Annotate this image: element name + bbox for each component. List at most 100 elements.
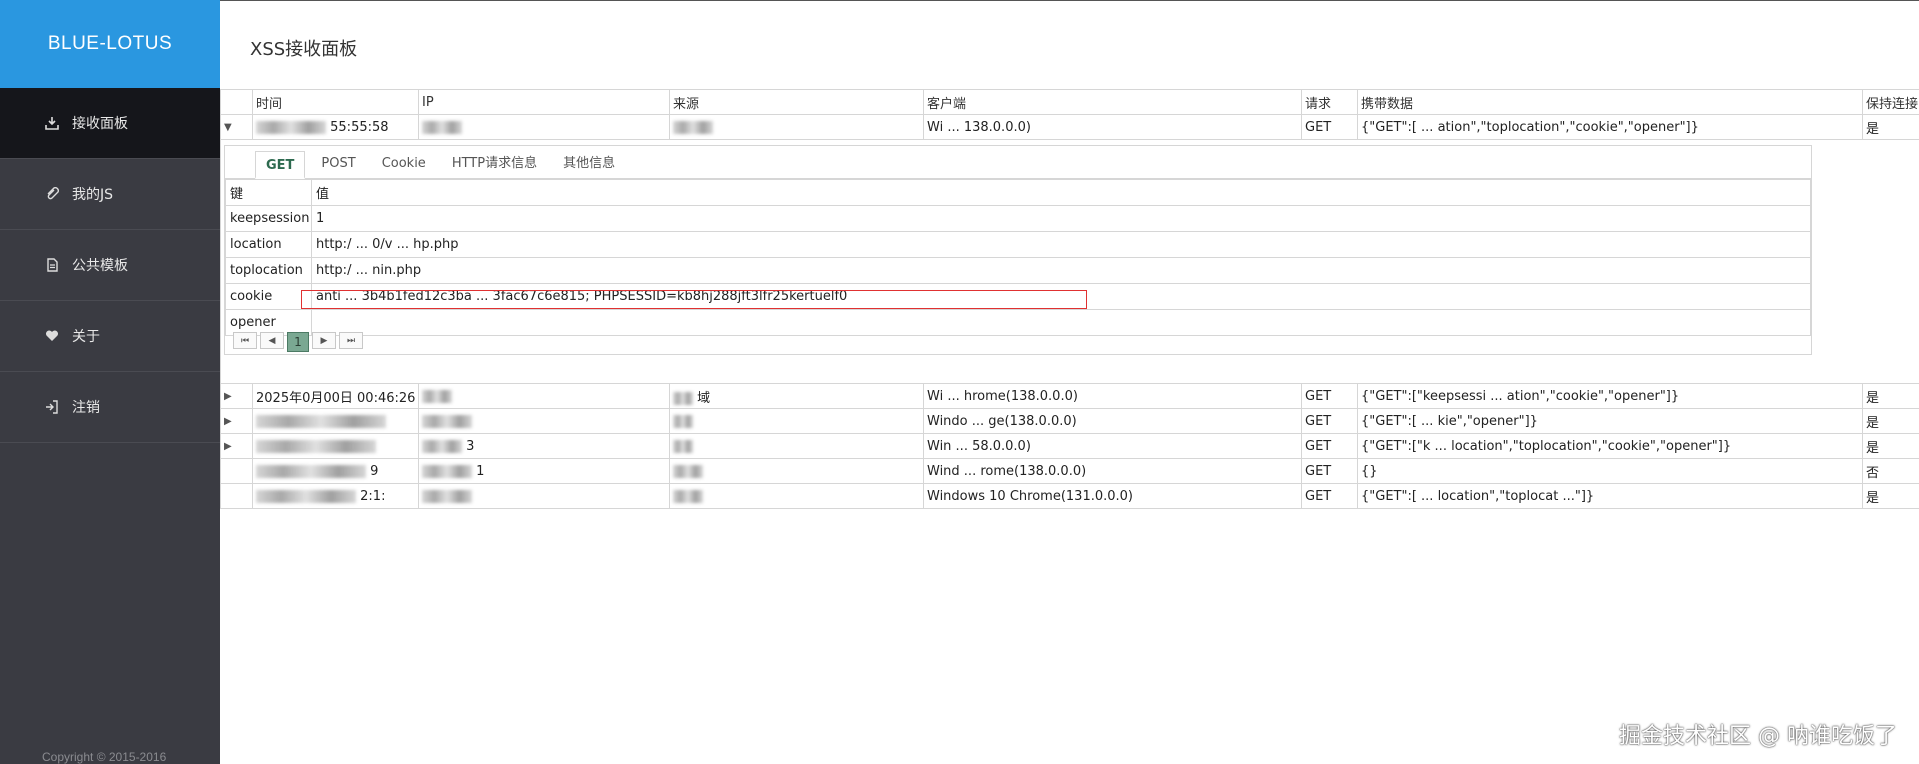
cell-source [669,483,924,509]
cell-client: Wind ... rome(138.0.0.0) [923,458,1302,484]
column-header-ip[interactable]: IP [418,89,670,115]
redacted-mask [422,389,452,403]
column-header-keep[interactable]: 保持连接 [1862,89,1919,115]
cookie-highlight-box [301,290,1087,309]
redacted-mask [422,439,462,453]
kv-value: http:/ ... 0/v ... hp.php [311,231,1811,258]
redacted-mask [422,414,472,428]
brand-logo[interactable]: BLUE-LOTUS [0,0,220,88]
kv-key: cookie [225,283,312,310]
cell-time: 55:55:58 [252,114,419,140]
next-page-icon[interactable]: ▶ [312,332,336,349]
paperclip-icon [44,186,60,202]
cell-time: 2025年0月00日 00:46:26 [252,383,419,409]
download-icon [44,115,60,131]
redacted-mask [673,414,693,428]
column-header-method[interactable]: 请求 [1301,89,1358,115]
cell-time: 9 [252,458,419,484]
sidebar-item-receive-panel[interactable]: 接收面板 [0,88,220,159]
cell-ip [418,483,670,509]
cell-client: Win ... 58.0.0.0) [923,433,1302,459]
table-row[interactable]: ▶ 3 Win ... 58.0.0.0) GET {"GET":["k ...… [220,433,1919,459]
sidebar-item-about[interactable]: 关于 [0,301,220,372]
first-page-icon[interactable]: ⏮ [233,332,257,349]
copyright-text: Copyright © 2015-2016 [42,750,167,764]
redacted-mask [422,464,472,478]
table-row[interactable]: ▶ Windo ... ge(138.0.0.0) GET {"GET":[ .… [220,408,1919,434]
prev-page-icon[interactable]: ◀ [260,332,284,349]
kv-row: opener [225,309,1811,336]
last-page-icon[interactable]: ⏭ [339,332,363,349]
cell-text: 55:55:58 [330,119,389,135]
sidebar-item-label: 公共模板 [72,258,128,274]
kv-row: toplocation http:/ ... nin.php [225,257,1811,284]
cell-text: 域 [697,390,711,406]
tab-http-request-info[interactable]: HTTP请求信息 [442,150,547,178]
cell-source [669,433,924,459]
cell-text: 1 [476,463,485,479]
sidebar-item-label: 接收面板 [72,116,128,132]
table-row[interactable]: 9 1 Wind ... rome(138.0.0.0) GET {} 否 [220,458,1919,484]
cell-client: Windo ... ge(138.0.0.0) [923,408,1302,434]
sidebar-item-my-js[interactable]: 我的JS [0,159,220,230]
table-row[interactable]: 2:1: Windows 10 Chrome(131.0.0.0) GET {"… [220,483,1919,509]
pagination: ⏮ ◀ 1 ▶ ⏭ [233,332,363,352]
file-icon [44,257,60,273]
column-header-data[interactable]: 携带数据 [1357,89,1863,115]
cell-method: GET [1301,483,1358,509]
cell-source [669,114,924,140]
expand-toggle-icon[interactable]: ▶ [220,433,253,459]
kv-key: keepsession [225,205,312,232]
cell-keep: 是 [1862,408,1919,434]
expand-toggle-icon[interactable]: ▶ [220,408,253,434]
sidebar-item-label: 注销 [72,400,100,416]
redacted-mask [673,120,713,134]
expand-toggle-icon[interactable] [220,483,253,509]
cell-source: 域 [669,383,924,409]
table-row[interactable]: ▼ 55:55:58 Wi ... 138.0.0.0) GET {"GET":… [220,114,1919,140]
cell-keep: 是 [1862,383,1919,409]
kv-key: toplocation [225,257,312,284]
cell-time [252,433,419,459]
tab-cookie[interactable]: Cookie [372,150,436,178]
column-header-time[interactable]: 时间 [252,89,419,115]
kv-key: location [225,231,312,258]
tab-other-info[interactable]: 其他信息 [553,150,625,178]
kv-header-row: 键 值 [225,179,1811,206]
sidebar-item-logout[interactable]: 注销 [0,372,220,443]
table-header-row: 时间 IP 来源 客户端 请求 携带数据 保持连接 [220,89,1919,115]
cell-ip [418,383,670,409]
cell-text: 3 [466,438,475,454]
sidebar-item-public-templates[interactable]: 公共模板 [0,230,220,301]
page-title: XSS接收面板 [250,39,358,60]
redacted-mask [256,489,356,503]
kv-row: location http:/ ... 0/v ... hp.php [225,231,1811,258]
tab-get[interactable]: GET [255,151,306,179]
current-page[interactable]: 1 [287,332,309,352]
expand-toggle-icon[interactable] [220,458,253,484]
cell-keep: 是 [1862,433,1919,459]
cell-data: {"GET":["keepsessi ... ation","cookie","… [1357,383,1863,409]
redacted-mask [673,464,703,478]
cell-method: GET [1301,458,1358,484]
cell-data: {"GET":[ ... ation","toplocation","cooki… [1357,114,1863,140]
detail-row: GET POST Cookie HTTP请求信息 其他信息 键 值 keepse… [220,139,1919,384]
column-header-client[interactable]: 客户端 [923,89,1302,115]
table-row[interactable]: ▶ 2025年0月00日 00:46:26 域 Wi ... hrome(138… [220,383,1919,409]
column-header-source[interactable]: 来源 [669,89,924,115]
kv-header-value: 值 [311,179,1811,206]
cell-client: Windows 10 Chrome(131.0.0.0) [923,483,1302,509]
cell-data: {"GET":[ ... kie","opener"]} [1357,408,1863,434]
tab-post[interactable]: POST [311,150,365,178]
collapse-toggle-icon[interactable]: ▼ [220,114,253,140]
sidebar-item-label: 关于 [72,329,100,345]
cell-data: {"GET":["k ... location","toplocation","… [1357,433,1863,459]
cell-keep: 否 [1862,458,1919,484]
redacted-mask [256,464,366,478]
main-content: XSS接收面板 时间 IP 来源 客户端 请求 携带数据 保持连接 ▼ 55:5… [220,0,1919,764]
watermark: 掘金技术社区 @ 呐谁吃饭了 [1619,724,1897,749]
kv-value: http:/ ... nin.php [311,257,1811,284]
cell-ip: 1 [418,458,670,484]
expand-toggle-icon[interactable]: ▶ [220,383,253,409]
redacted-mask [422,489,472,503]
